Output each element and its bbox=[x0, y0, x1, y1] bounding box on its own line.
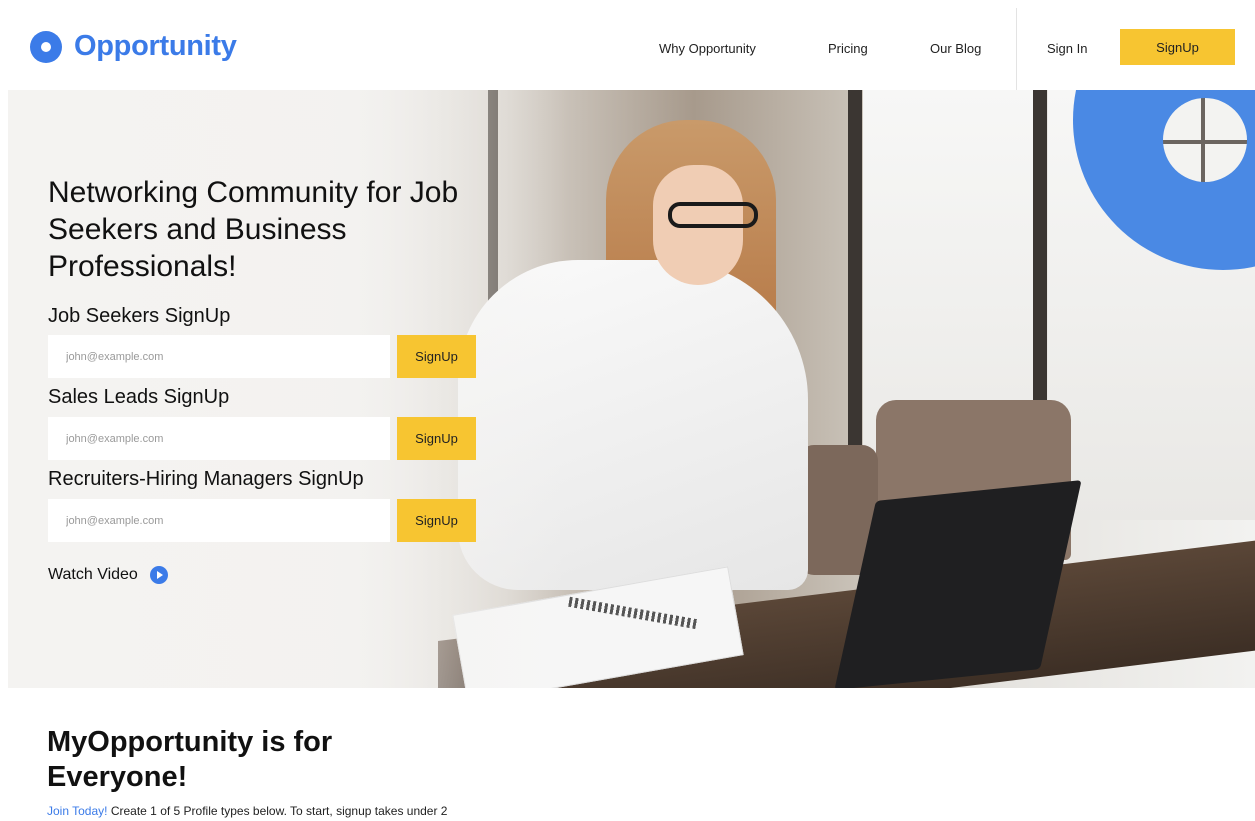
sales-leads-email-input[interactable] bbox=[48, 417, 390, 460]
play-icon[interactable] bbox=[149, 566, 168, 584]
join-today-link[interactable]: Join Today! bbox=[47, 804, 108, 818]
hero-person-glasses bbox=[668, 202, 758, 228]
site-header: Opportunity Why Opportunity Pricing Our … bbox=[0, 0, 1255, 90]
job-seekers-email-input[interactable] bbox=[48, 335, 390, 378]
nav-link-why[interactable]: Why Opportunity bbox=[659, 41, 756, 56]
sign-in-link[interactable]: Sign In bbox=[1047, 41, 1087, 56]
logo-text: Opportunity bbox=[74, 30, 237, 62]
section-intro-text: Join Today! Create 1 of 5 Profile types … bbox=[47, 804, 447, 818]
recruiters-email-input[interactable] bbox=[48, 499, 390, 542]
decorative-circle-window bbox=[1163, 98, 1247, 182]
nav-item-sign-in[interactable]: Sign In bbox=[1047, 30, 1087, 66]
header-signup-button[interactable]: SignUp bbox=[1120, 29, 1235, 65]
recruiters-label: Recruiters-Hiring Managers SignUp bbox=[48, 468, 364, 490]
sales-leads-label: Sales Leads SignUp bbox=[48, 386, 230, 408]
logo-icon bbox=[30, 30, 62, 63]
sales-leads-signup-button[interactable]: SignUp bbox=[397, 417, 476, 460]
watch-video-label: Watch Video bbox=[48, 566, 138, 583]
hero-title: Networking Community for Job Seekers and… bbox=[48, 176, 459, 283]
nav-item-pricing[interactable]: Pricing bbox=[828, 30, 868, 66]
job-seekers-label: Job Seekers SignUp bbox=[48, 305, 231, 327]
section-title: MyOpportunity is for Everyone! bbox=[47, 726, 333, 793]
watch-video-link[interactable]: Watch Video bbox=[48, 566, 168, 584]
job-seekers-signup-button[interactable]: SignUp bbox=[397, 335, 476, 378]
nav-link-blog[interactable]: Our Blog bbox=[930, 41, 981, 56]
section-intro-body: Create 1 of 5 Profile types below. To st… bbox=[107, 804, 448, 818]
nav-link-pricing[interactable]: Pricing bbox=[828, 41, 868, 56]
nav-divider bbox=[1016, 8, 1017, 90]
nav-item-why-opportunity[interactable]: Why Opportunity bbox=[659, 30, 756, 66]
recruiters-signup-button[interactable]: SignUp bbox=[397, 499, 476, 542]
nav-item-our-blog[interactable]: Our Blog bbox=[930, 30, 981, 66]
logo[interactable]: Opportunity bbox=[30, 30, 237, 63]
hero-section: Networking Community for Job Seekers and… bbox=[8, 90, 1255, 688]
